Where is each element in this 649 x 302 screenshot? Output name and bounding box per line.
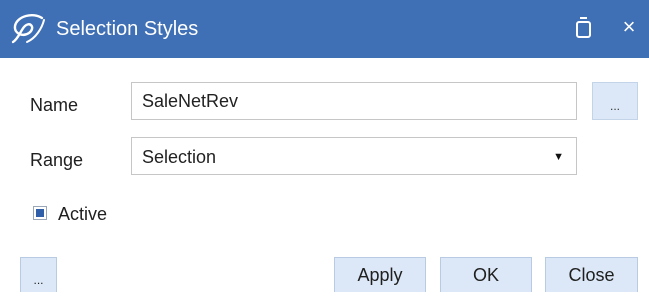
restore-icon[interactable] bbox=[573, 14, 595, 40]
window-title: Selection Styles bbox=[56, 18, 199, 40]
title-bar: Selection Styles × bbox=[0, 0, 649, 58]
close-icon[interactable]: × bbox=[614, 12, 644, 42]
active-checkbox[interactable] bbox=[33, 206, 47, 220]
app-logo-icon bbox=[11, 14, 45, 44]
more-options-button[interactable]: ... bbox=[20, 257, 57, 292]
close-button[interactable]: Close bbox=[545, 257, 638, 292]
ok-button[interactable]: OK bbox=[440, 257, 532, 292]
browse-button[interactable]: ... bbox=[592, 82, 638, 120]
range-dropdown[interactable]: Selection ▼ bbox=[131, 137, 577, 175]
name-input[interactable] bbox=[131, 82, 577, 120]
range-selected-value: Selection bbox=[142, 147, 217, 167]
dropdown-arrow-icon[interactable]: ▼ bbox=[553, 151, 564, 163]
apply-button[interactable]: Apply bbox=[334, 257, 426, 292]
checkbox-checked-mark bbox=[36, 209, 44, 217]
range-label: Range bbox=[30, 150, 84, 170]
name-label: Name bbox=[30, 95, 79, 115]
active-label[interactable]: Active bbox=[58, 203, 107, 225]
